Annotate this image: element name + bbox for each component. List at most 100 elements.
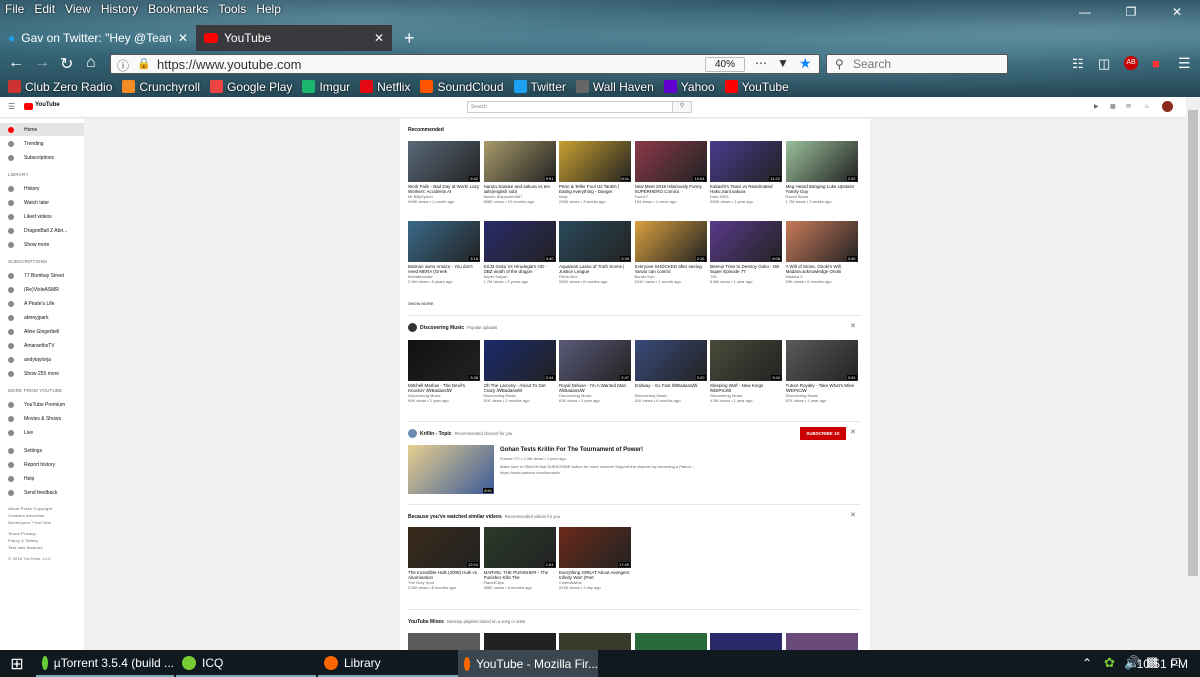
video-card[interactable]: 3:20 Endway - Go Fast ꟿBadassꟿ Discovering… bbox=[634, 340, 707, 403]
notifications-center-icon[interactable]: □ bbox=[1172, 654, 1180, 669]
video-title[interactable]: Kakashi's Team vs Reanimated Haku,Sanl,s… bbox=[710, 184, 782, 194]
search-field[interactable]: ⚲ Search bbox=[826, 54, 1008, 74]
video-title[interactable]: Meg Heard Banging Luke Upstairs Family G… bbox=[786, 184, 858, 194]
info-icon[interactable]: ⓘ bbox=[117, 57, 129, 74]
video-thumbnail[interactable]: 11:22 bbox=[710, 141, 782, 182]
section-title[interactable]: Recommended bbox=[408, 127, 444, 133]
video-card[interactable]: 2:16 Everyone SHOCKED after seeing naruto… bbox=[634, 221, 707, 284]
menu-edit[interactable]: Edit bbox=[34, 2, 55, 16]
video-title[interactable]: Work Fails - Bad Day at Work! Lazy Worke… bbox=[408, 184, 480, 194]
sidebar-item[interactable]: Liked videos bbox=[0, 210, 84, 223]
video-title[interactable]: Future Royalty - Take What's Mine ꟿEPICꟿ bbox=[786, 383, 858, 393]
video-thumbnail[interactable]: 2:47 bbox=[559, 340, 631, 381]
sidebar-item[interactable]: Report history bbox=[0, 458, 84, 471]
reload-icon[interactable]: ↻ bbox=[60, 54, 73, 74]
home-icon[interactable]: ⌂ bbox=[86, 54, 96, 72]
video-thumbnail[interactable]: 3:20 bbox=[634, 340, 707, 381]
back-icon[interactable]: ← bbox=[8, 54, 24, 72]
video-title[interactable]: Sleeping Wolf - New Kings ꟿEPICꟿ bbox=[710, 383, 782, 393]
video-card[interactable]: 2:47 Royal Deluxe - I'm A Wanted Man ꟿBad… bbox=[559, 340, 631, 403]
windows-start-icon[interactable]: ⊞ bbox=[0, 650, 34, 677]
taskbar-item[interactable]: ICQ bbox=[176, 650, 316, 677]
sidebar-item[interactable]: AmaranthsTV bbox=[0, 339, 84, 352]
tray-chevron-icon[interactable]: ⌃ bbox=[1082, 656, 1092, 670]
video-card[interactable]: 2:32 Meg Heard Banging Luke Upstairs Fami… bbox=[785, 141, 858, 204]
url-text[interactable]: https://www.youtube.com bbox=[157, 57, 302, 72]
video-card[interactable]: 3:34 Future Royalty - Take What's Mine ꟿE… bbox=[785, 340, 858, 403]
clock[interactable]: 10:51 PM bbox=[1137, 657, 1188, 671]
video-thumbnail[interactable]: 8:11 bbox=[559, 141, 631, 182]
sidebar-footer-link[interactable]: Test new features bbox=[8, 545, 43, 550]
bookmark-item[interactable]: Yahoo bbox=[663, 80, 715, 94]
show-more-button[interactable]: SHOW MORE bbox=[408, 301, 434, 306]
video-title[interactable]: New Meet 2018 Hilariously Funny SUPERHER… bbox=[635, 184, 707, 194]
video-title[interactable]: MARVEL THE PUNISHER - The Punisher Kills… bbox=[484, 570, 556, 580]
video-thumbnail[interactable]: 3:40 bbox=[710, 340, 782, 381]
library-icon[interactable]: ☷ bbox=[1072, 56, 1084, 72]
sidebar-item[interactable]: Live bbox=[0, 426, 84, 439]
video-title[interactable]: Royal Deluxe - I'm A Wanted Man ꟿBadassꟿ bbox=[559, 383, 631, 393]
video-thumbnail[interactable]: 17:45 bbox=[559, 527, 631, 568]
dismiss-icon[interactable]: ✕ bbox=[850, 428, 856, 436]
channel-avatar[interactable] bbox=[408, 323, 417, 332]
video-card[interactable]: 11:22 Kakashi's Team vs Reanimated Haku,S… bbox=[710, 141, 782, 204]
sidebar-item[interactable]: Aline Gingerbell bbox=[0, 325, 84, 338]
yt-search-button[interactable]: ⚲ bbox=[672, 101, 692, 113]
video-title[interactable]: Gohan Tests Krillin For The Tournament o… bbox=[500, 447, 643, 453]
sidebar-item[interactable]: Home bbox=[0, 123, 84, 136]
bookmark-item[interactable]: Google Play bbox=[210, 80, 292, 94]
bookmark-item[interactable]: Netflix bbox=[360, 80, 410, 94]
yt-search-input[interactable]: Search bbox=[467, 101, 692, 113]
bookmark-item[interactable]: Crunchyroll bbox=[122, 80, 200, 94]
bookmark-item[interactable]: Club Zero Radio bbox=[8, 80, 112, 94]
video-thumbnail[interactable]: 12:04 bbox=[408, 527, 480, 568]
video-title[interactable]: Penn & Teller Fool Us TanBA | Eating eve… bbox=[559, 184, 631, 194]
sidebar-item[interactable]: Show 255 more bbox=[0, 367, 84, 380]
icq-tray-icon[interactable]: ✿ bbox=[1104, 655, 1115, 671]
video-thumbnail[interactable]: 1:51 bbox=[483, 527, 556, 568]
sidebar-item[interactable]: andytaylorja bbox=[0, 353, 84, 366]
sidebar-item[interactable]: (Re)VisleASMR bbox=[0, 283, 84, 296]
sidebar-item[interactable]: Send feedback bbox=[0, 486, 84, 499]
video-title[interactable]: Beerus Tries to Destroy Goku - DB Super … bbox=[710, 264, 782, 274]
video-card[interactable]: 9:42 Work Fails - Bad Day at Work! Lazy W… bbox=[408, 141, 480, 204]
sidebar-footer-link[interactable]: About Press Copyright bbox=[8, 506, 52, 511]
menu-view[interactable]: View bbox=[65, 2, 91, 16]
volume-icon[interactable]: 🔊 bbox=[1124, 655, 1140, 671]
video-card[interactable]: 17:45 Everything GREAT About Avengers: In… bbox=[559, 527, 631, 590]
subscribe-button[interactable]: SUBSCRIBE 1K bbox=[800, 427, 846, 440]
extension-icon[interactable]: ■ bbox=[1152, 56, 1160, 71]
video-thumbnail[interactable]: 3:34 bbox=[785, 340, 858, 381]
sidebar-item[interactable]: Trending bbox=[0, 137, 84, 150]
sidebar-item[interactable]: Movies & Shows bbox=[0, 412, 84, 425]
mix-thumbnail[interactable] bbox=[408, 633, 480, 650]
bookmark-item[interactable]: SoundCloud bbox=[420, 80, 504, 94]
taskbar-item[interactable]: Library bbox=[318, 650, 458, 677]
section-title[interactable]: YouTube Mixes bbox=[408, 619, 444, 625]
video-title[interactable]: Endway - Go Fast ꟿBadassꟿ bbox=[635, 383, 707, 393]
network-icon[interactable]: ▩ bbox=[1146, 654, 1158, 670]
scrollbar-thumb[interactable] bbox=[1188, 110, 1198, 576]
video-title[interactable]: Batman owns Amazo - You don't need MERA … bbox=[408, 264, 480, 274]
bookmark-item[interactable]: Imgur bbox=[302, 80, 350, 94]
tab-close-icon[interactable]: ✕ bbox=[178, 31, 188, 45]
video-title[interactable]: Mitchell Marlow - The Devil's Knockin' ꟿ… bbox=[408, 383, 480, 393]
bookmark-item[interactable]: YouTube bbox=[724, 80, 789, 94]
video-card[interactable]: 5:08 Beerus Tries to Destroy Goku - DB Su… bbox=[710, 221, 782, 284]
taskbar-item[interactable]: YouTube - Mozilla Fir... bbox=[458, 650, 598, 677]
video-card[interactable]: 10:04 New Meet 2018 Hilariously Funny SUP… bbox=[634, 141, 707, 204]
sidebar-footer-link[interactable]: Developers +YouTube bbox=[8, 520, 51, 525]
zoom-level[interactable]: 40% bbox=[705, 57, 745, 72]
video-card[interactable]: 3:18 Batman owns Amazo - You don't need M… bbox=[408, 221, 480, 284]
sidebar-footer-link[interactable]: Policy & Safety bbox=[8, 538, 38, 543]
video-thumbnail[interactable]: 5:08 bbox=[710, 221, 782, 262]
bookmark-item[interactable]: Twitter bbox=[513, 80, 566, 94]
video-card[interactable]: 3:40 Sleeping Wolf - New Kings ꟿEPICꟿ Disc… bbox=[710, 340, 782, 403]
adblock-icon[interactable]: AB bbox=[1124, 56, 1138, 70]
sidebar-item[interactable]: Settings bbox=[0, 444, 84, 457]
sidebar-footer-link[interactable]: Creators Advertise bbox=[8, 513, 45, 518]
video-card[interactable]: 3:38 Mitchell Marlow - The Devil's Knocki… bbox=[408, 340, 480, 403]
avatar[interactable] bbox=[1162, 101, 1173, 112]
apps-icon[interactable]: ▦ bbox=[1110, 103, 1116, 110]
tab-twitter[interactable]: ● Gav on Twitter: "Hey @TeamYo ✕ bbox=[0, 25, 196, 51]
